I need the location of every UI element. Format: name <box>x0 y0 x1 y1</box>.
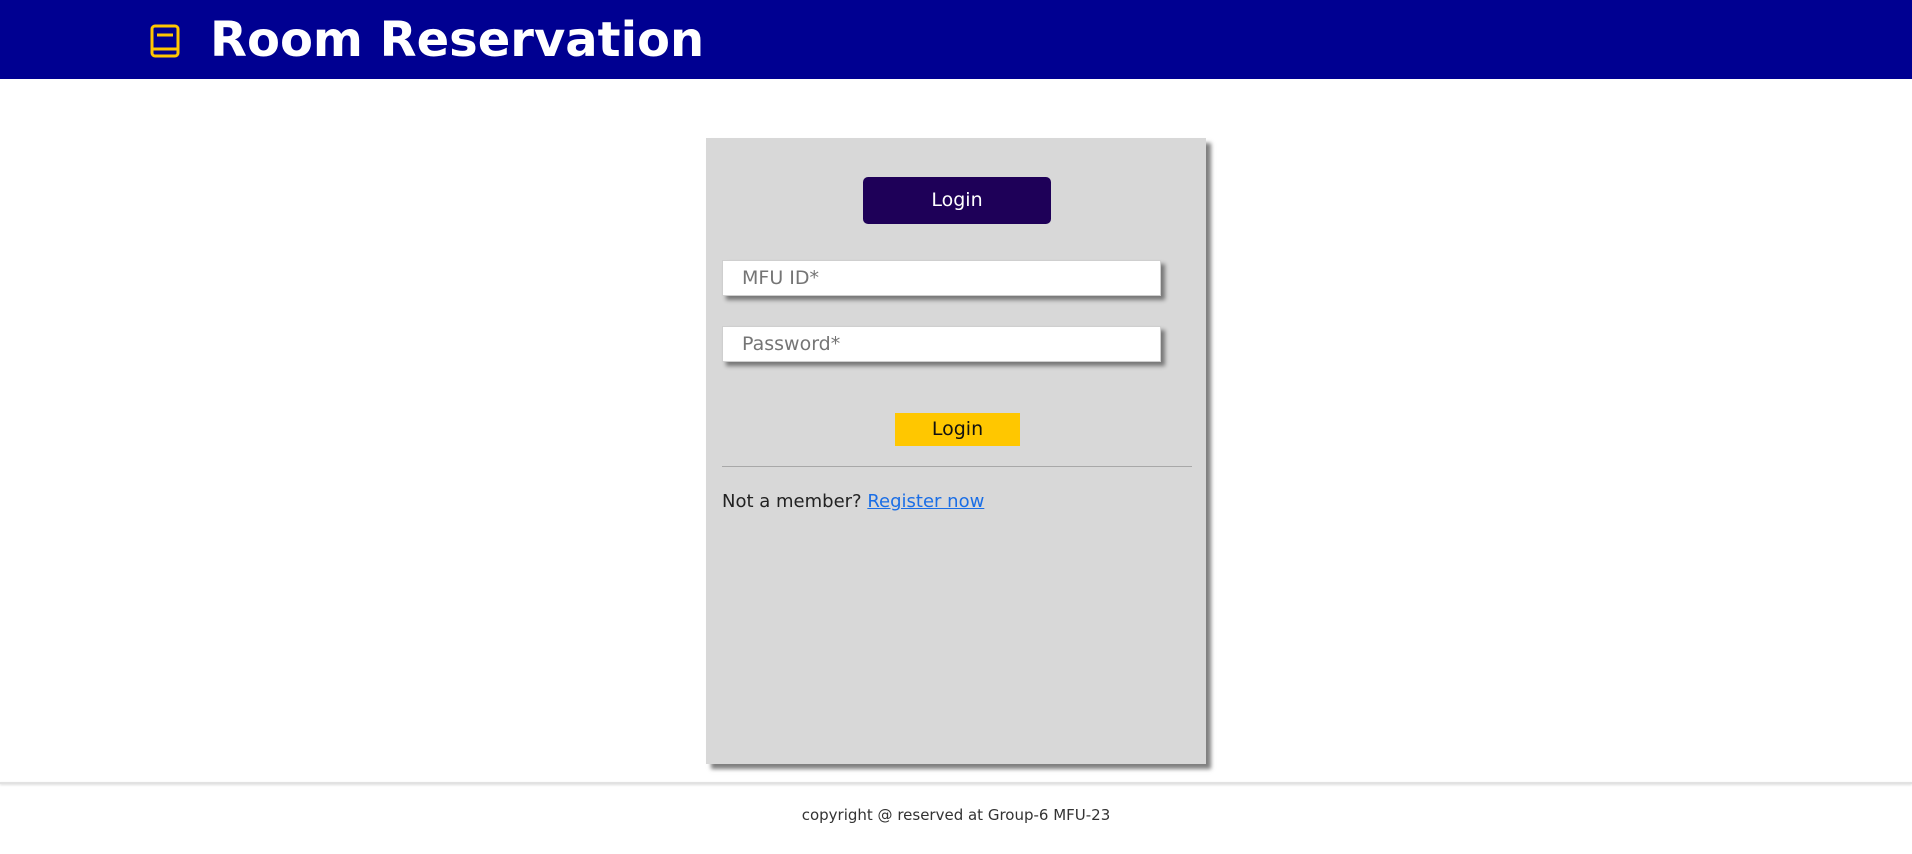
footer-copyright: copyright @ reserved at Group-6 MFU-23 <box>801 806 1111 824</box>
register-prompt: Not a member? <box>722 491 862 512</box>
mfu-id-input[interactable] <box>722 260 1161 296</box>
login-tab-button[interactable]: Login <box>863 177 1051 224</box>
app-header: Room Reservation <box>0 0 1912 79</box>
app-title: Room Reservation <box>210 12 705 68</box>
login-submit-button[interactable]: Login <box>895 413 1020 446</box>
password-input[interactable] <box>722 326 1161 362</box>
login-card: Login Login Not a member? Register now <box>706 138 1206 764</box>
book-icon <box>150 24 180 58</box>
footer-divider <box>0 782 1912 784</box>
register-row: Not a member? Register now <box>722 491 984 512</box>
register-now-link[interactable]: Register now <box>867 491 984 512</box>
divider <box>722 466 1192 467</box>
